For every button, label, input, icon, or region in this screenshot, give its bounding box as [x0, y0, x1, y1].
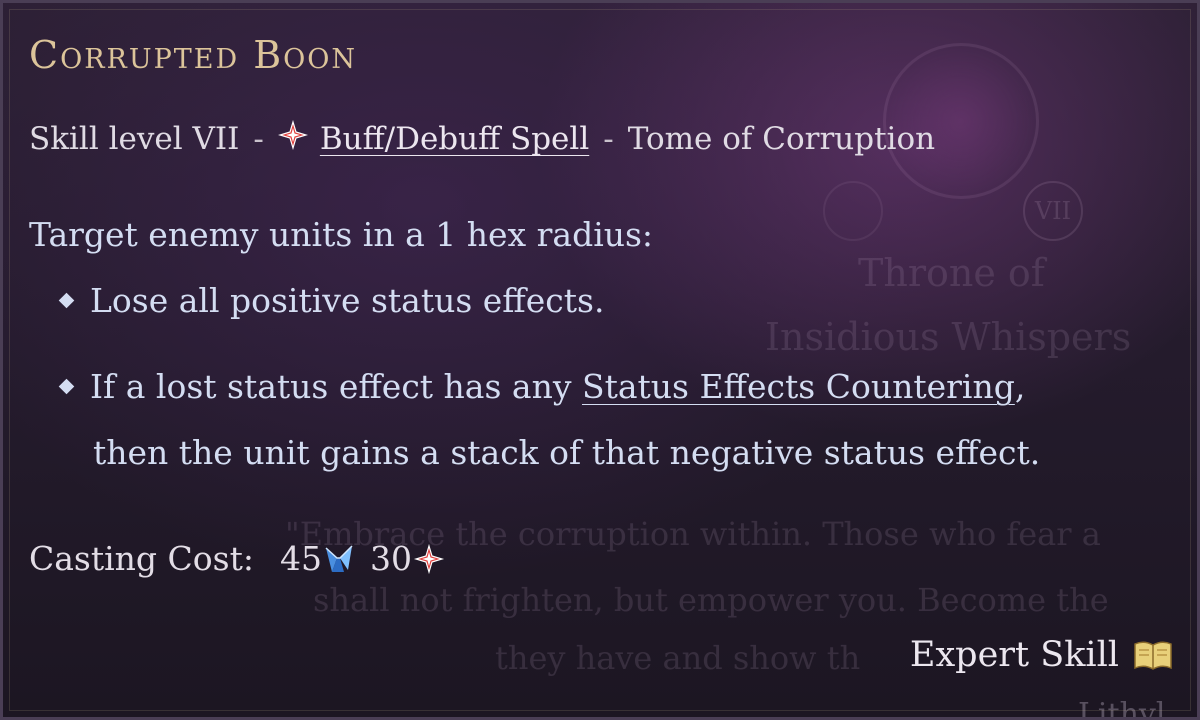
expert-skill-tag: Expert Skill: [910, 635, 1173, 675]
casting-cost: Casting Cost: 45 30: [29, 539, 446, 578]
effect-text-continued: then the unit gains a stack of that nega…: [93, 433, 1041, 472]
separator: -: [253, 121, 264, 157]
bullet-diamond-icon: [58, 378, 75, 395]
effect-bullet: If a lost status effect has any Status E…: [58, 367, 1026, 406]
target-description: Target enemy units in a 1 hex radius:: [29, 215, 654, 254]
skill-tooltip: VII Throne of Insidious Whispers "Embrac…: [0, 0, 1200, 720]
separator: -: [603, 121, 614, 157]
tome-name: Tome of Corruption: [627, 121, 936, 157]
status-effects-countering-link[interactable]: Status Effects Countering: [582, 367, 1015, 406]
casting-cost-label: Casting Cost:: [29, 539, 254, 578]
effect-text: If a lost status effect has any: [90, 367, 582, 406]
mana-cost-value: 45: [279, 539, 322, 578]
effect-text-punctuation: ,: [1014, 367, 1026, 406]
spell-point-cost-value: 30: [369, 539, 412, 578]
background-quote-line: they have and show th: [495, 639, 861, 677]
skill-level: Skill level VII: [29, 121, 240, 157]
emblem-level-numeral: VII: [1034, 197, 1072, 225]
expert-skill-label: Expert Skill: [909, 635, 1119, 675]
mana-crystal-icon: [325, 544, 353, 572]
background-corner-text: Lithyl: [1078, 697, 1166, 720]
effect-bullet: Lose all positive status effects.: [58, 281, 605, 320]
background-quote-line: shall not frighten, but empower you. Bec…: [313, 581, 1109, 619]
skill-title: Corrupted Boon: [29, 33, 358, 77]
skill-meta-line: Skill level VII - Buff/Debuff Spell - To…: [29, 120, 936, 157]
effect-text: Lose all positive status effects.: [90, 281, 605, 320]
bullet-diamond-icon: [58, 292, 75, 309]
open-book-icon: [1134, 641, 1172, 670]
background-throne-title: Throne of: [858, 251, 1045, 295]
spell-type-link[interactable]: Buff/Debuff Spell: [320, 121, 589, 157]
background-throne-subtitle: Insidious Whispers: [765, 315, 1132, 359]
spell-star-icon: [277, 120, 308, 150]
emblem-level-badge: VII: [1023, 181, 1083, 241]
spell-star-icon: [413, 543, 445, 574]
emblem-ring: [823, 181, 883, 241]
